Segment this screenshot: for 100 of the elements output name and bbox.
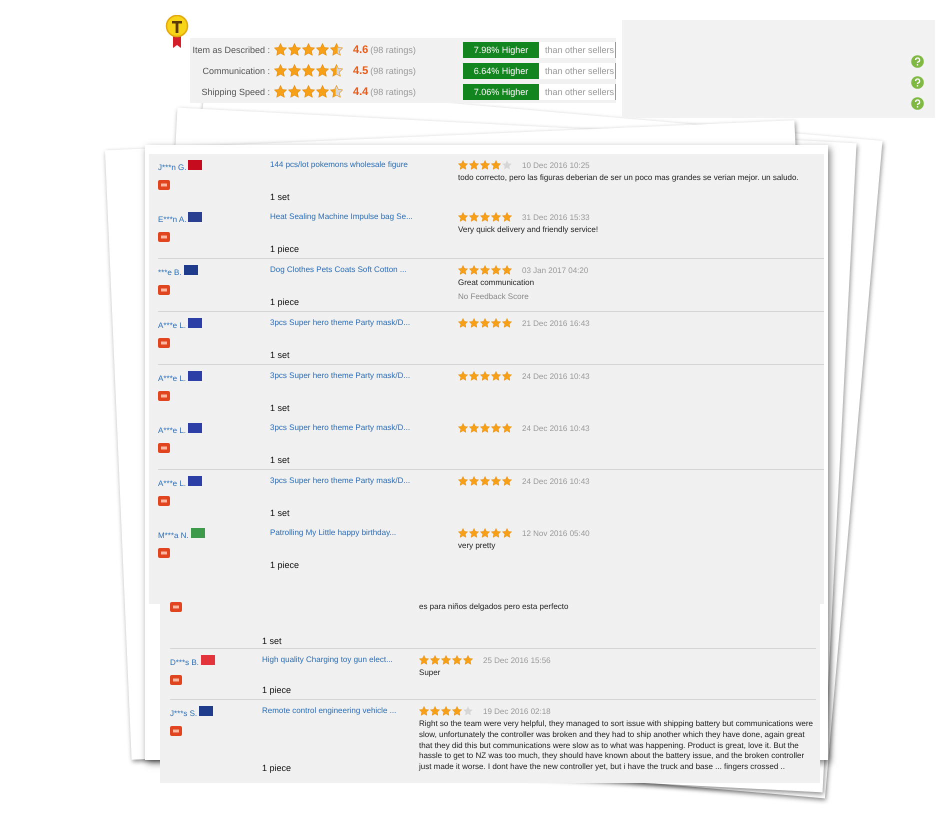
help-icon[interactable] — [911, 97, 924, 110]
product-link[interactable]: 3pcs Super hero theme Party mask/D... — [270, 423, 458, 432]
star-icon — [480, 371, 490, 381]
product-link[interactable]: High quality Charging toy gun elect... — [262, 655, 419, 664]
rating-score: 4.6 — [353, 44, 368, 56]
comparison-text: than other sellers — [539, 42, 616, 58]
star-icon — [491, 265, 501, 275]
buyer-level-icon — [158, 232, 170, 242]
help-icon[interactable] — [911, 55, 924, 68]
star-icon — [288, 85, 301, 98]
star-icon — [430, 706, 440, 716]
feedback-date: 25 Dec 2016 15:56 — [483, 656, 551, 664]
rating-label: Shipping Speed : — [200, 86, 271, 96]
quantity-text: 1 piece — [262, 685, 292, 695]
star-icon — [502, 318, 512, 328]
quantity-text: 1 set — [270, 350, 291, 360]
buyer-name: M***a N. — [158, 531, 189, 540]
buyer-level-icon — [170, 675, 182, 685]
feedback-date: 19 Dec 2016 02:18 — [483, 706, 551, 716]
half-star-icon — [330, 85, 343, 98]
star-icon — [458, 318, 468, 328]
star-icon — [452, 706, 462, 716]
buyer-name: J***n G. — [158, 163, 186, 172]
buyer-level-icon — [158, 285, 170, 295]
buyer-level-icon — [158, 548, 170, 558]
feedback-date: 24 Dec 2016 10:43 — [522, 476, 590, 486]
star-icon — [480, 423, 490, 433]
star-icon — [302, 43, 315, 56]
medal-icon — [165, 15, 189, 49]
feedback-date: 10 Dec 2016 10:25 — [522, 160, 590, 170]
buyer-name: A***e L. — [158, 479, 186, 488]
feedback-comment: todo correcto, pero las figuras deberian de ser un poco mas grandes se verian mejor. un saludo. — [458, 173, 800, 184]
star-icon — [491, 528, 501, 538]
star-icon — [469, 265, 479, 275]
star-icon — [469, 212, 479, 222]
rating-label: Item as Described : — [191, 44, 271, 54]
product-link[interactable]: Remote control engineering vehicle ... — [262, 706, 419, 715]
star-icon — [480, 212, 490, 222]
product-link[interactable]: Heat Sealing Machine Impulse bag Se... — [270, 212, 458, 221]
quantity-text: 1 set — [270, 403, 291, 413]
quantity-text: 1 set — [270, 192, 291, 202]
star-icon — [491, 476, 501, 486]
star-icon — [458, 265, 468, 275]
half-star-icon — [330, 64, 343, 77]
star-icon — [441, 706, 451, 716]
star-icon — [458, 423, 468, 433]
star-icon — [458, 371, 468, 381]
star-icon — [502, 423, 512, 433]
quantity-text: 1 set — [262, 636, 283, 646]
star-icon — [288, 64, 301, 77]
star-icon — [469, 476, 479, 486]
rating-count: (98 ratings) — [370, 44, 417, 54]
star-icon — [502, 265, 512, 275]
star-icon — [274, 43, 287, 56]
star-icon — [480, 318, 490, 328]
star-icon — [469, 160, 479, 170]
star-icon — [502, 212, 512, 222]
buyer-name: J***s S. — [170, 709, 198, 718]
rating-score: 4.5 — [353, 64, 368, 76]
feedback-date: 31 Dec 2016 15:33 — [522, 212, 590, 222]
comparison-badge: 7.06% Higher — [463, 84, 539, 100]
star-icon — [480, 160, 490, 170]
feedback-note: No Feedback Score — [458, 292, 530, 301]
star-icon — [274, 64, 287, 77]
star-icon — [491, 318, 501, 328]
buyer-name: D***s B. — [170, 658, 199, 667]
buyer-name: A***e L. — [158, 321, 186, 330]
feedback-comment: Right so the team were very helpful, they managed to sort issue with shipping battery but communications were slow, unfortunately the controller was broken and they had to ship another which they have done, again great that they did this but communications were slow as to what was happening. Product is great, love it. But the hassle to get to NZ was too much, they should have known about the battery issue, and the broken controller just made it worse. I dont have the new controller yet, but i have the truck and base ... fingers crossed .. — [419, 719, 814, 773]
star-icon — [491, 212, 501, 222]
star-icon — [469, 371, 479, 381]
feedback-comment: Very quick delivery and friendly service! — [458, 225, 600, 236]
star-icon — [480, 476, 490, 486]
star-icon — [316, 43, 329, 56]
comparison-text: than other sellers — [539, 84, 616, 100]
star-icon — [491, 160, 501, 170]
product-link[interactable]: 144 pcs/lot pokemons wholesale figure — [270, 160, 458, 169]
rating-count: (98 ratings) — [370, 86, 417, 96]
product-link[interactable]: 3pcs Super hero theme Party mask/D... — [270, 318, 458, 327]
star-icon — [480, 528, 490, 538]
buyer-level-icon — [170, 602, 182, 612]
product-link[interactable]: 3pcs Super hero theme Party mask/D... — [270, 476, 458, 485]
quantity-text: 1 piece — [270, 560, 300, 570]
buyer-level-icon — [158, 391, 170, 401]
star-icon — [458, 476, 468, 486]
star-icon — [458, 212, 468, 222]
star-icon — [491, 371, 501, 381]
product-link[interactable]: Patrolling My Little happy birthday... — [270, 528, 458, 537]
star-icon — [469, 423, 479, 433]
product-link[interactable]: 3pcs Super hero theme Party mask/D... — [270, 371, 458, 380]
star-icon — [316, 85, 329, 98]
star-icon — [430, 655, 440, 665]
help-icon[interactable] — [911, 76, 924, 89]
feedback-date: 24 Dec 2016 10:43 — [522, 372, 590, 380]
product-link[interactable]: Dog Clothes Pets Coats Soft Cotton ... — [270, 265, 458, 274]
feedback-date: 12 Nov 2016 05:40 — [522, 528, 590, 538]
star-icon — [452, 655, 462, 665]
star-icon — [302, 85, 315, 98]
star-icon — [274, 85, 287, 98]
star-icon — [458, 528, 468, 538]
buyer-level-icon — [170, 726, 182, 736]
